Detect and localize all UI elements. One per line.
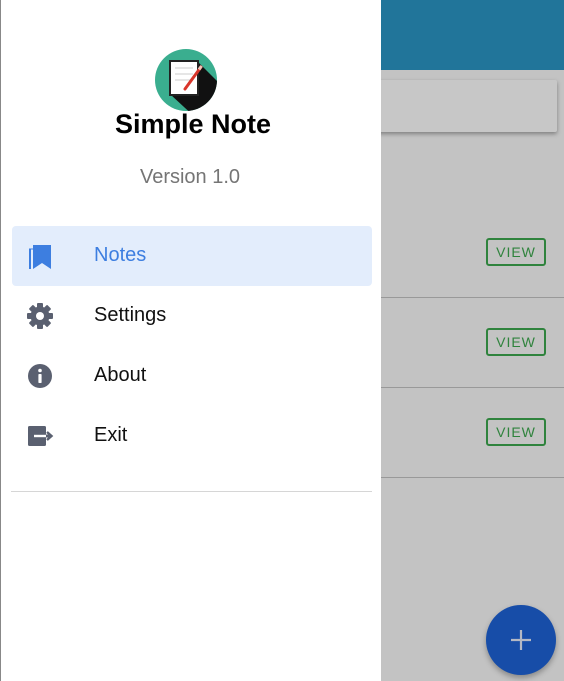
app-version: Version 1.0: [139, 166, 241, 188]
app-logo-icon: [155, 49, 217, 111]
drawer-menu: Notes Settings About Exit: [12, 226, 372, 466]
drawer-item-label: Notes: [94, 244, 147, 266]
app-screen: VIEW VIEW VIEW Simple Note Version 1.0 N…: [0, 0, 564, 681]
drawer-item-notes[interactable]: Notes: [12, 226, 372, 286]
gear-icon: [27, 303, 53, 329]
navigation-drawer: Simple Note Version 1.0 Notes Settings A…: [0, 0, 381, 681]
drawer-item-settings[interactable]: Settings: [12, 286, 372, 346]
drawer-item-about[interactable]: About: [12, 346, 372, 406]
drawer-item-label: Exit: [94, 424, 128, 446]
info-icon: [28, 364, 52, 388]
drawer-item-label: Settings: [94, 304, 167, 326]
drawer-item-label: About: [94, 364, 147, 386]
bookmark-icon: [29, 245, 51, 269]
exit-icon: [28, 426, 54, 446]
drawer-divider: [11, 491, 372, 492]
drawer-item-exit[interactable]: Exit: [12, 406, 372, 466]
app-name: Simple Note: [114, 109, 272, 139]
